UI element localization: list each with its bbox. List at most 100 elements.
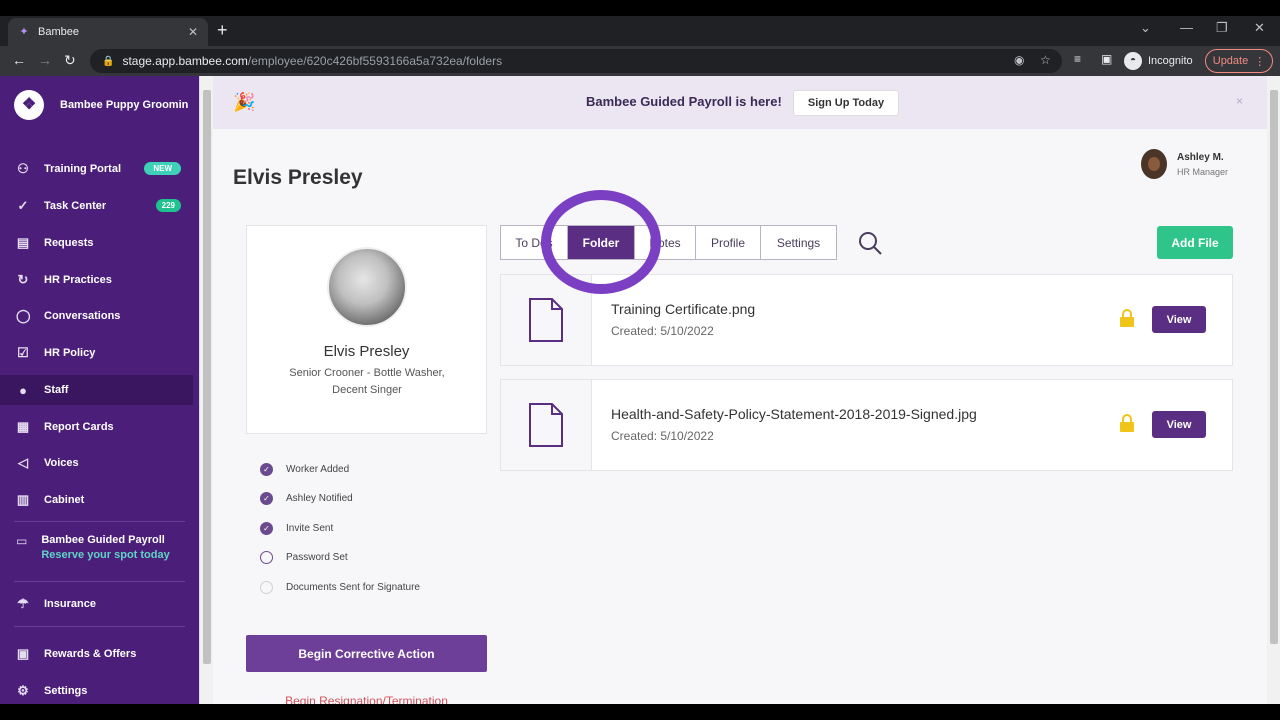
close-tab-icon[interactable]: ✕: [188, 25, 198, 39]
reload-icon[interactable]: ↻: [64, 52, 76, 69]
sidebar-item-voices[interactable]: ◁ Voices: [0, 448, 193, 478]
employee-title: Senior Crooner - Bottle Washer, Decent S…: [289, 367, 445, 396]
checklist-label: Worker Added: [286, 463, 350, 475]
minimize-icon[interactable]: —: [1180, 20, 1193, 35]
cabinet-icon: ▥: [16, 492, 30, 507]
sign-up-button[interactable]: Sign Up Today: [793, 90, 899, 116]
sidebar-item-label: Requests: [44, 237, 94, 249]
gear-icon: ⚙: [17, 683, 29, 698]
user-role: HR Manager: [1177, 166, 1229, 177]
new-badge: NEW: [144, 162, 181, 175]
sidebar-item-label: HR Policy: [44, 347, 96, 359]
file-icon-box: [501, 380, 592, 470]
sidebar-item-label: Insurance: [44, 598, 96, 610]
sidebar-item-label: Settings: [44, 685, 88, 697]
file-created: Created: 5/10/2022: [611, 429, 714, 443]
incognito-icon: ◓: [1124, 52, 1142, 70]
bookmark-star-icon[interactable]: ☆: [1040, 53, 1051, 67]
task-count-badge: 229: [155, 199, 181, 212]
sidebar: ❖ Bambee Puppy Grooming ⚇ Training Porta…: [0, 76, 199, 704]
tab-profile[interactable]: Profile: [696, 226, 761, 259]
tracking-eye-icon[interactable]: ◉: [1014, 53, 1024, 67]
checklist-label: Ashley Notified: [286, 492, 353, 504]
avatar: [1141, 149, 1167, 179]
sidebar-item-training-portal[interactable]: ⚇ Training Portal NEW: [0, 154, 193, 184]
sidebar-item-guided-payroll[interactable]: ▭ Bambee Guided Payroll Reserve your spo…: [16, 534, 170, 561]
sidebar-item-requests[interactable]: ▤ Requests: [0, 228, 193, 258]
lock-icon: [1120, 414, 1134, 432]
browser-tab[interactable]: ✦ Bambee ✕: [8, 18, 208, 46]
sidebar-item-label: Rewards & Offers: [44, 648, 137, 660]
checklist-label: Documents Sent for Signature: [286, 581, 420, 593]
employee-photo: [327, 247, 407, 327]
url-path: /employee/620c426bf5593166a5a732ea/folde…: [247, 54, 503, 68]
close-banner-icon[interactable]: ×: [1236, 94, 1243, 108]
view-button[interactable]: View: [1152, 306, 1206, 333]
sidebar-item-settings[interactable]: ⚙ Settings: [0, 676, 193, 704]
umbrella-icon: ☂: [17, 596, 29, 611]
forward-icon[interactable]: →: [38, 52, 52, 68]
payroll-icon: ▭: [16, 534, 28, 548]
sidebar-item-task-center[interactable]: ✓ Task Center 229: [0, 191, 193, 221]
checklist-item: Password Set: [260, 549, 500, 565]
tab-settings[interactable]: Settings: [761, 226, 836, 259]
sidebar-item-label: Conversations: [44, 310, 121, 322]
sidebar-item-label: Staff: [44, 384, 69, 396]
sidebar-item-insurance[interactable]: ☂ Insurance: [0, 589, 193, 619]
sidebar-item-conversations[interactable]: ◯ Conversations: [0, 301, 193, 331]
lock-icon: [1120, 309, 1134, 327]
banner-message: Bambee Guided Payroll is here!: [586, 94, 782, 109]
incognito-indicator[interactable]: ◓ Incognito: [1124, 52, 1193, 70]
sidebar-item-label: Training Portal: [44, 163, 122, 175]
file-row: Health-and-Safety-Policy-Statement-2018-…: [500, 379, 1233, 471]
sidebar-item-hr-practices[interactable]: ↻ HR Practices: [0, 265, 193, 295]
close-window-icon[interactable]: ✕: [1254, 20, 1265, 36]
update-button[interactable]: Update ⋮: [1205, 49, 1273, 73]
empty-circle-icon: [260, 580, 273, 594]
checklist-item: ✓ Ashley Notified: [260, 490, 500, 506]
brand[interactable]: ❖ Bambee Puppy Grooming: [14, 90, 188, 120]
more-icon: ⋮: [1254, 55, 1266, 68]
sidebar-item-staff[interactable]: ● Staff: [0, 375, 193, 405]
tab-strip: ✦ Bambee ✕ + ⌄ — ❐ ✕: [0, 16, 1280, 46]
search-icon[interactable]: [857, 230, 883, 256]
back-icon[interactable]: ←: [12, 52, 26, 68]
sidebar-item-label: Voices: [44, 457, 79, 469]
begin-corrective-action-button[interactable]: Begin Corrective Action: [246, 635, 487, 672]
gift-icon: ▣: [16, 646, 30, 661]
add-file-button[interactable]: Add File: [1157, 226, 1233, 259]
sidebar-scrollbar[interactable]: [199, 76, 213, 704]
payroll-title: Bambee Guided Payroll: [41, 534, 165, 546]
report-icon: ▦: [16, 419, 30, 434]
file-name: Training Certificate.png: [611, 301, 756, 317]
document-icon: [529, 298, 563, 342]
sidebar-item-hr-policy[interactable]: ☑ HR Policy: [0, 338, 193, 368]
empty-circle-icon: [260, 550, 273, 564]
view-button[interactable]: View: [1152, 411, 1206, 438]
side-panel-icon[interactable]: ▣: [1101, 52, 1112, 66]
sidebar-item-cabinet[interactable]: ▥ Cabinet: [0, 485, 193, 515]
check-circle-icon: ✓: [17, 198, 29, 213]
payroll-cta-link[interactable]: Reserve your spot today: [41, 549, 169, 561]
browser-window: ✦ Bambee ✕ + ⌄ — ❐ ✕ ← → ↻ 🔒 stage.app.b…: [0, 16, 1280, 704]
begin-resignation-link[interactable]: Begin Resignation/Termination: [246, 694, 487, 704]
new-tab-icon[interactable]: +: [217, 20, 228, 41]
checklist-item: Documents Sent for Signature: [260, 579, 500, 595]
tab-search-icon[interactable]: ⌄: [1140, 20, 1151, 36]
sidebar-item-label: Report Cards: [44, 421, 114, 433]
restore-icon[interactable]: ❐: [1216, 20, 1228, 36]
scrollbar-thumb[interactable]: [1270, 90, 1278, 644]
address-bar[interactable]: 🔒 stage.app.bambee.com/employee/620c426b…: [90, 49, 1062, 73]
bambee-logo-icon: ❖: [14, 90, 44, 120]
page-scrollbar[interactable]: [1267, 76, 1280, 704]
media-icon[interactable]: ≡: [1074, 52, 1081, 66]
sidebar-item-report-cards[interactable]: ▦ Report Cards: [0, 412, 193, 442]
checklist-label: Password Set: [286, 551, 348, 563]
training-icon: ⚇: [17, 161, 29, 176]
person-icon: ●: [19, 382, 27, 398]
company-name: Bambee Puppy Grooming: [60, 99, 188, 111]
sidebar-item-rewards[interactable]: ▣ Rewards & Offers: [0, 639, 193, 669]
sidebar-item-label: HR Practices: [44, 274, 112, 286]
user-menu[interactable]: Ashley M. HR Manager: [1141, 149, 1228, 179]
scrollbar-thumb[interactable]: [203, 90, 211, 664]
